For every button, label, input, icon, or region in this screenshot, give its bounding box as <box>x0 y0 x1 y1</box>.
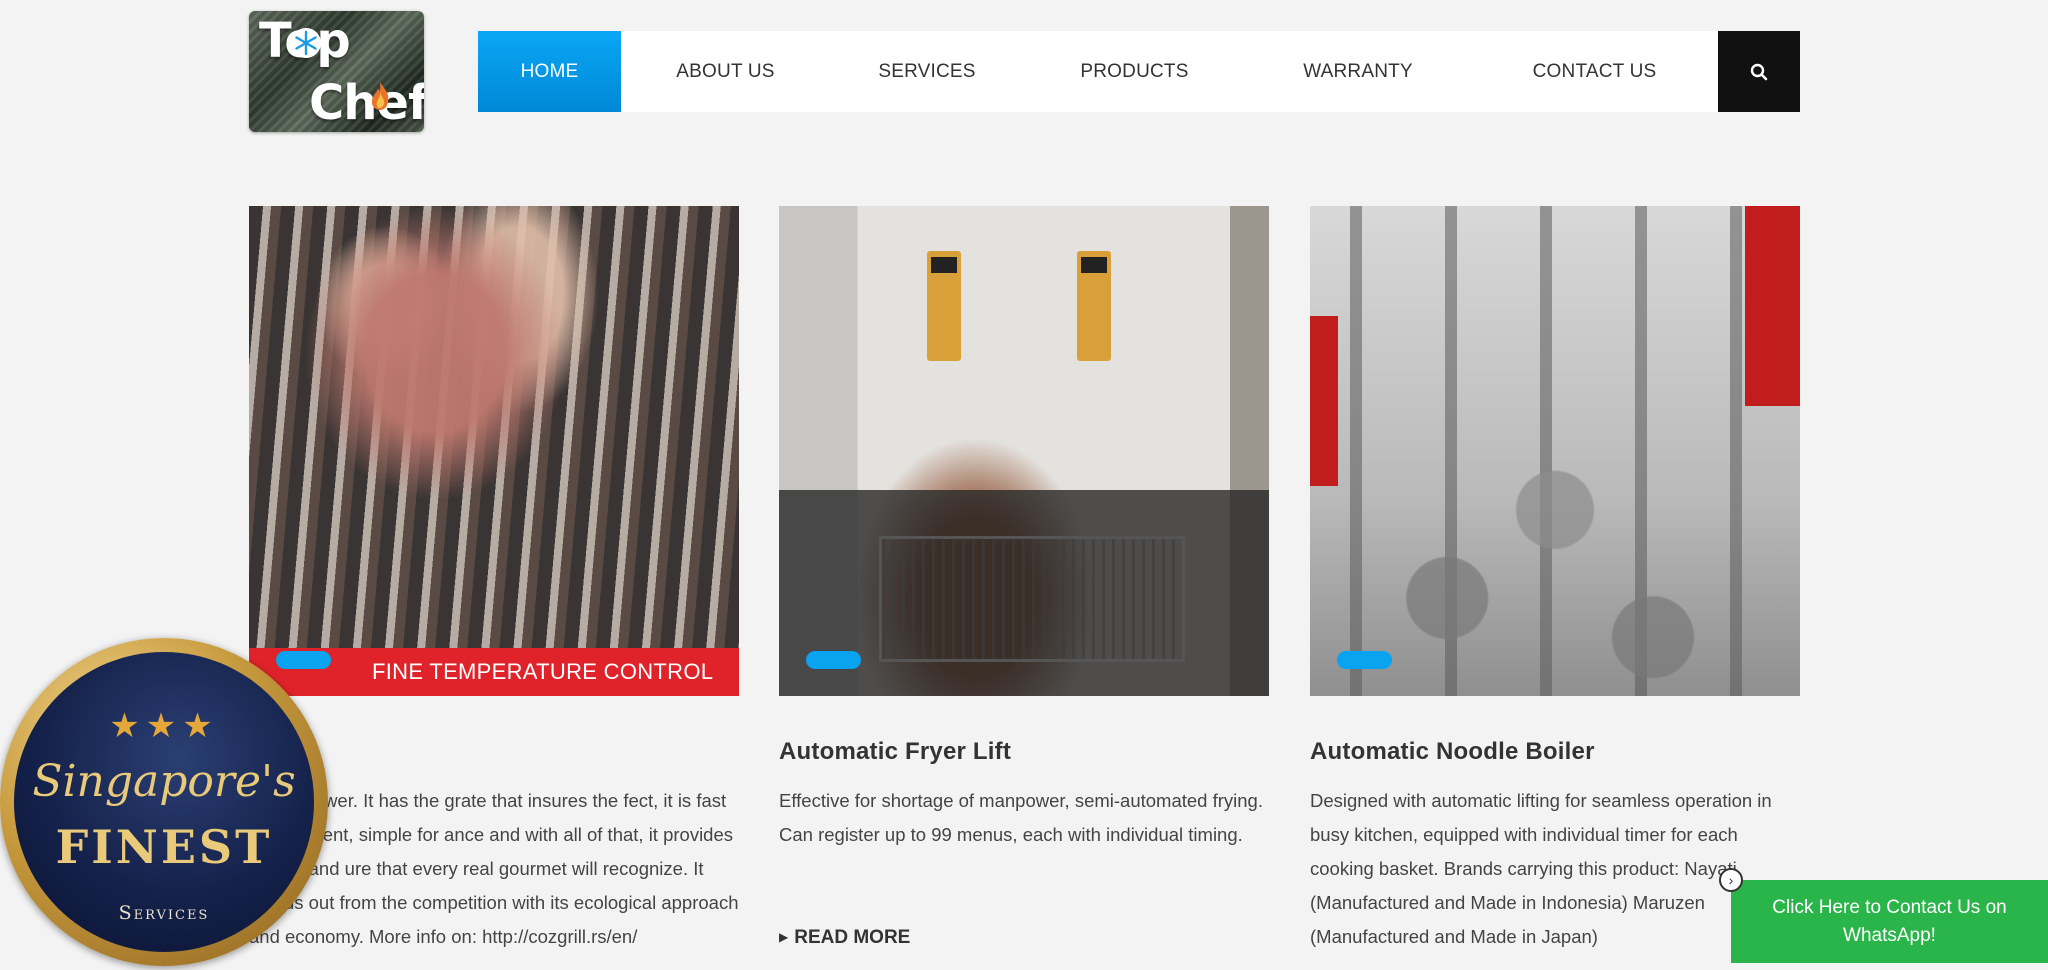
read-more-label: READ MORE <box>794 927 911 948</box>
flame-icon <box>371 82 389 110</box>
image-indicator <box>806 651 861 669</box>
logo-text-bottom: Chef <box>309 75 424 131</box>
badge-services-text: Services <box>118 902 210 924</box>
search-icon <box>1750 63 1768 80</box>
singapores-finest-badge[interactable]: ★★★ Singapore's FINEST Services <box>0 638 328 966</box>
image-indicator <box>1337 651 1392 669</box>
search-button[interactable] <box>1718 31 1800 112</box>
image-indicator <box>276 651 331 669</box>
card-title-noodle-boiler[interactable]: Automatic Noodle Boiler <box>1310 738 1595 766</box>
whatsapp-contact-button[interactable]: Click Here to Contact Us on WhatsApp! <box>1731 880 2048 963</box>
nav-contact-us[interactable]: CONTACT US <box>1471 31 1718 112</box>
nav-about-us[interactable]: ABOUT US <box>621 31 830 112</box>
badge-script-text: Singapore's <box>32 756 296 807</box>
star-icons: ★★★ <box>109 707 219 745</box>
noodle-boiler-product-image[interactable] <box>1310 206 1800 696</box>
read-more-link[interactable]: ▶ READ MORE <box>779 927 910 949</box>
main-nav: HOME ABOUT US SERVICES PRODUCTS WARRANTY… <box>478 31 1718 112</box>
grill-product-image[interactable]: FINE TEMPERATURE CONTROL <box>249 206 739 696</box>
fryer-basket <box>879 536 1185 662</box>
control-panel <box>927 251 961 361</box>
chevron-right-icon[interactable]: › <box>1719 868 1743 892</box>
image-detail <box>1745 206 1800 406</box>
nav-home[interactable]: HOME <box>478 31 621 112</box>
top-chef-logo[interactable]: Top Chef <box>249 11 424 132</box>
card-title-fryer[interactable]: Automatic Fryer Lift <box>779 738 1011 766</box>
badge-inner: ★★★ Singapore's FINEST Services <box>14 652 314 952</box>
control-panel <box>1077 251 1111 361</box>
image-detail <box>1310 316 1338 486</box>
nav-products[interactable]: PRODUCTS <box>1024 31 1245 112</box>
nav-warranty[interactable]: WARRANTY <box>1245 31 1471 112</box>
caret-right-icon: ▶ <box>779 930 789 944</box>
fryer-product-image[interactable] <box>779 206 1269 696</box>
badge-finest-text: FINEST <box>55 820 273 874</box>
snowflake-icon <box>291 28 321 58</box>
nav-services[interactable]: SERVICES <box>830 31 1024 112</box>
card-text-fryer: Effective for shortage of manpower, semi… <box>779 790 1263 845</box>
